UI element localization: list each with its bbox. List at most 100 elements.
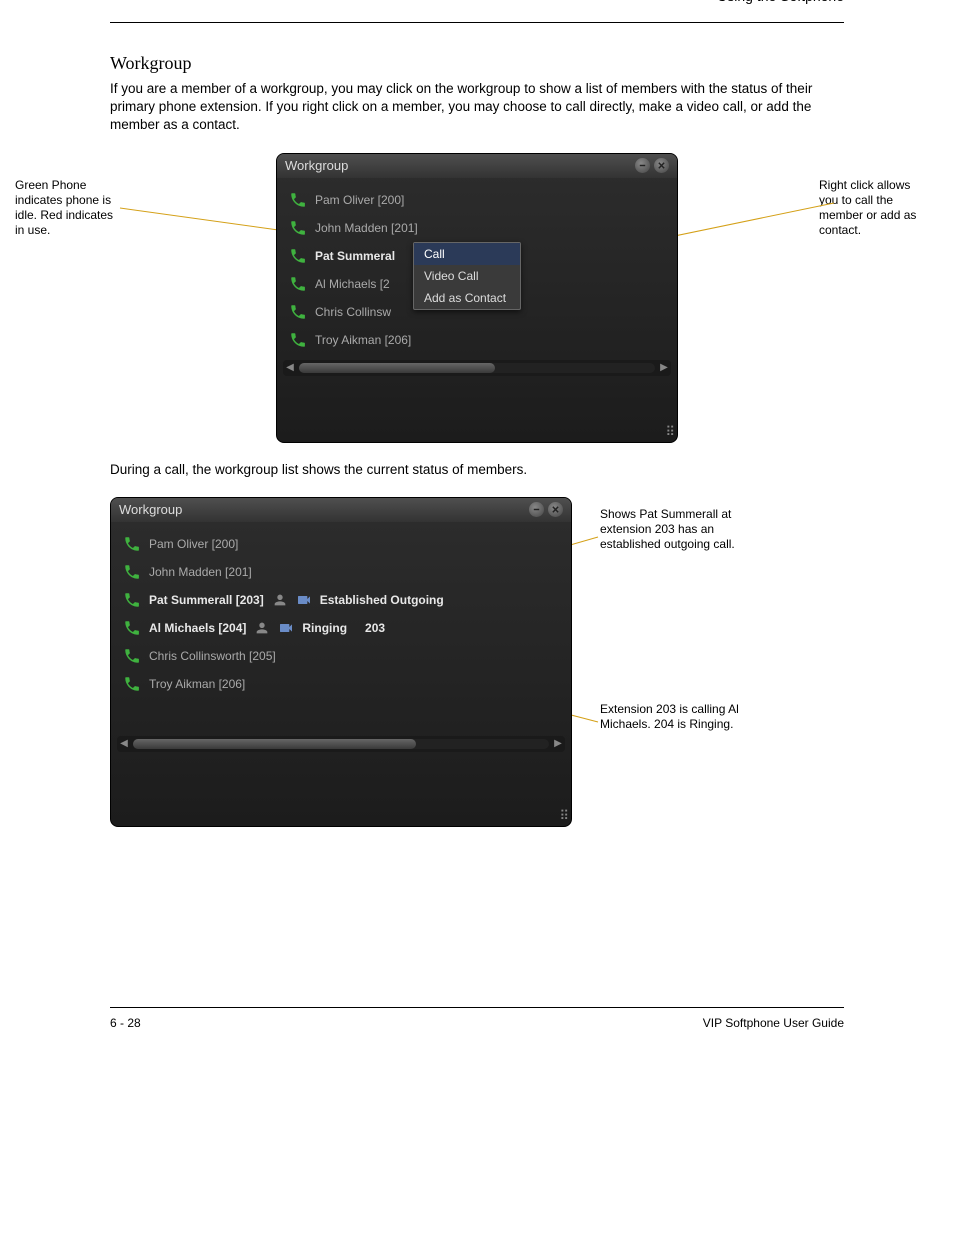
close-icon bbox=[551, 505, 560, 514]
scroll-track[interactable] bbox=[299, 363, 655, 373]
phone-status-icon bbox=[289, 331, 307, 349]
list-item[interactable]: John Madden [201] bbox=[117, 558, 565, 586]
member-list: Pam Oliver [200] John Madden [201] Pat Sum… bbox=[111, 522, 571, 732]
scroll-right-button[interactable]: ▶ bbox=[551, 737, 565, 751]
phone-icon bbox=[289, 247, 307, 265]
workgroup-panel-2: Workgroup Pam Oliver [200] John Madden [2… bbox=[110, 497, 572, 827]
list-item[interactable]: Troy Aikman [206] bbox=[283, 326, 671, 354]
minimize-icon bbox=[532, 505, 541, 514]
title-bar: Workgroup bbox=[111, 498, 571, 522]
video-icon bbox=[296, 592, 312, 608]
footer-rule bbox=[110, 1007, 844, 1008]
phone-status-icon bbox=[289, 219, 307, 237]
context-menu-item[interactable]: Call bbox=[414, 243, 520, 265]
scroll-thumb[interactable] bbox=[299, 363, 495, 373]
video-status-icon bbox=[296, 592, 312, 608]
phone-icon bbox=[123, 619, 141, 637]
panel-title: Workgroup bbox=[285, 158, 348, 173]
page-number: 6 - 28 bbox=[110, 1016, 141, 1030]
phone-icon bbox=[289, 303, 307, 321]
member-name: Pat Summerall [203] bbox=[149, 593, 264, 607]
panel-title: Workgroup bbox=[119, 502, 182, 517]
phone-icon bbox=[289, 219, 307, 237]
phone-status-icon bbox=[289, 191, 307, 209]
header-rule bbox=[110, 22, 844, 23]
figure-2-wrap: Shows Pat Summerall at extension 203 has… bbox=[110, 497, 844, 827]
member-name: Pam Oliver [200] bbox=[149, 537, 238, 551]
list-item[interactable]: John Madden [201] bbox=[283, 214, 671, 242]
section-title: Workgroup bbox=[110, 53, 844, 74]
phone-status-icon bbox=[123, 563, 141, 581]
ringing-extension: 203 bbox=[365, 621, 385, 635]
fig2-callout-bottom: Extension 203 is calling Al Michaels. 20… bbox=[600, 702, 760, 732]
person-icon bbox=[254, 620, 270, 636]
call-status: Ringing bbox=[302, 621, 347, 635]
resize-grip-icon[interactable]: ⠿ bbox=[559, 808, 567, 824]
member-name: Troy Aikman [206] bbox=[315, 333, 411, 347]
resize-grip-icon[interactable]: ⠿ bbox=[665, 424, 673, 440]
header-right: Using the Softphone bbox=[110, 0, 844, 4]
phone-icon bbox=[123, 591, 141, 609]
member-name: Troy Aikman [206] bbox=[149, 677, 245, 691]
scroll-left-button[interactable]: ◀ bbox=[117, 737, 131, 751]
phone-icon bbox=[123, 647, 141, 665]
fig1-callout-left: Green Phone indicates phone is idle. Red… bbox=[15, 178, 115, 238]
scroll-thumb[interactable] bbox=[133, 739, 416, 749]
phone-status-icon bbox=[289, 275, 307, 293]
phone-status-icon bbox=[123, 619, 141, 637]
member-name: John Madden [201] bbox=[315, 221, 418, 235]
scrollbar[interactable]: ◀ ▶ bbox=[283, 360, 671, 376]
member-name: Al Michaels [2 bbox=[315, 277, 390, 291]
video-status-icon bbox=[278, 620, 294, 636]
list-item[interactable]: Chris Collinsworth [205] bbox=[117, 642, 565, 670]
list-item[interactable]: Pam Oliver [200] bbox=[283, 186, 671, 214]
member-name: Pam Oliver [200] bbox=[315, 193, 404, 207]
call-status: Established Outgoing bbox=[320, 593, 444, 607]
close-icon bbox=[657, 161, 666, 170]
member-name: Pat Summeral bbox=[315, 249, 395, 263]
context-menu-item[interactable]: Video Call bbox=[414, 265, 520, 287]
close-button[interactable] bbox=[548, 502, 563, 517]
person-status-icon bbox=[272, 592, 288, 608]
phone-icon bbox=[289, 331, 307, 349]
fig2-callout-top: Shows Pat Summerall at extension 203 has… bbox=[600, 507, 750, 552]
minimize-button[interactable] bbox=[635, 158, 650, 173]
scroll-track[interactable] bbox=[133, 739, 549, 749]
section-intro: If you are a member of a workgroup, you … bbox=[110, 80, 844, 135]
phone-icon bbox=[289, 275, 307, 293]
phone-icon bbox=[289, 191, 307, 209]
fig1-callout-right: Right click allows you to call the membe… bbox=[819, 178, 929, 238]
video-icon bbox=[278, 620, 294, 636]
phone-status-icon bbox=[123, 675, 141, 693]
fig2-intro: During a call, the workgroup list shows … bbox=[110, 461, 844, 479]
phone-icon bbox=[123, 563, 141, 581]
member-name: Chris Collinsw bbox=[315, 305, 391, 319]
close-button[interactable] bbox=[654, 158, 669, 173]
member-name: Al Michaels [204] bbox=[149, 621, 246, 635]
member-name: Chris Collinsworth [205] bbox=[149, 649, 276, 663]
figure-1-wrap: Green Phone indicates phone is idle. Red… bbox=[110, 153, 844, 443]
list-item[interactable]: Pam Oliver [200] bbox=[117, 530, 565, 558]
scrollbar[interactable]: ◀ ▶ bbox=[117, 736, 565, 752]
phone-icon bbox=[123, 675, 141, 693]
person-status-icon bbox=[254, 620, 270, 636]
workgroup-panel-1: Workgroup Pam Oliver [200] John Madden [2… bbox=[276, 153, 678, 443]
scroll-left-button[interactable]: ◀ bbox=[283, 361, 297, 375]
scroll-right-button[interactable]: ▶ bbox=[657, 361, 671, 375]
person-icon bbox=[272, 592, 288, 608]
minimize-icon bbox=[638, 161, 647, 170]
phone-status-icon bbox=[123, 647, 141, 665]
list-item[interactable]: Pat Summerall [203] Established Outgoing bbox=[117, 586, 565, 614]
list-item[interactable]: Troy Aikman [206] bbox=[117, 670, 565, 698]
phone-status-icon bbox=[289, 303, 307, 321]
member-name: John Madden [201] bbox=[149, 565, 252, 579]
phone-status-icon bbox=[289, 247, 307, 265]
phone-icon bbox=[123, 535, 141, 553]
list-item[interactable]: Al Michaels [204] Ringing 203 bbox=[117, 614, 565, 642]
footer-doc-title: VIP Softphone User Guide bbox=[703, 1016, 844, 1030]
context-menu[interactable]: CallVideo CallAdd as Contact bbox=[413, 242, 521, 310]
phone-status-icon bbox=[123, 535, 141, 553]
context-menu-item[interactable]: Add as Contact bbox=[414, 287, 520, 309]
title-bar: Workgroup bbox=[277, 154, 677, 178]
minimize-button[interactable] bbox=[529, 502, 544, 517]
